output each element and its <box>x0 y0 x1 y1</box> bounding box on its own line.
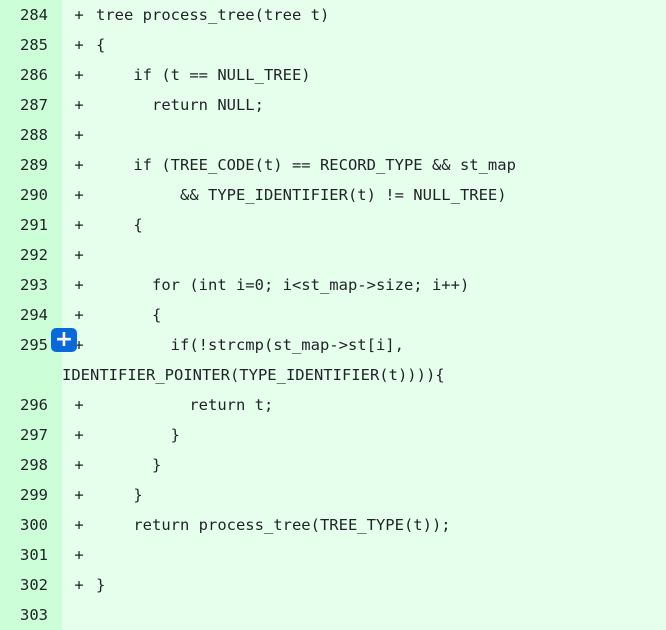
line-number[interactable]: 286 <box>0 60 62 90</box>
diff-marker: + <box>74 126 84 144</box>
code-line: return process_tree(TREE_TYPE(t)); <box>96 516 451 534</box>
code-line: } <box>96 576 106 594</box>
diff-line-288: 288 + <box>0 120 666 150</box>
diff-marker: + <box>74 456 84 474</box>
line-number[interactable]: 298 <box>0 450 62 480</box>
code-line: { <box>96 36 106 54</box>
line-number[interactable]: 291 <box>0 210 62 240</box>
diff-line-291: 291 + { <box>0 210 666 240</box>
diff-marker: + <box>74 156 84 174</box>
code-line: if (TREE_CODE(t) == RECORD_TYPE && st_ma… <box>96 156 516 174</box>
diff-line-295: 295 + if(!strcmp(st_map->st[i], IDENTIFIE… <box>0 330 666 390</box>
line-number[interactable]: 287 <box>0 90 62 120</box>
diff-marker: + <box>74 396 84 414</box>
diff-line-294: 294 + { <box>0 300 666 330</box>
diff-line-284: 284 + tree process_tree(tree t) <box>0 0 666 30</box>
code-line-part: if(!strcmp(st_map->st[i], <box>96 336 404 354</box>
diff-line-286: 286 + if (t == NULL_TREE) <box>0 60 666 90</box>
diff-marker: + <box>74 246 84 264</box>
code-line: for (int i=0; i<st_map->size; i++) <box>96 276 470 294</box>
diff-marker: + <box>74 96 84 114</box>
diff-line-285: 285 + { <box>0 30 666 60</box>
code-line: tree process_tree(tree t) <box>96 6 330 24</box>
diff-marker: + <box>74 66 84 84</box>
code-line-wrapped: IDENTIFIER_POINTER(TYPE_IDENTIFIER(t))))… <box>62 366 445 384</box>
line-number[interactable]: 297 <box>0 420 62 450</box>
line-number[interactable]: 285 <box>0 30 62 60</box>
diff-marker: + <box>74 36 84 54</box>
diff-marker: + <box>74 186 84 204</box>
diff-marker: + <box>74 306 84 324</box>
line-number[interactable]: 290 <box>0 180 62 210</box>
code-line: { <box>96 306 162 324</box>
diff-line-289: 289 + if (TREE_CODE(t) == RECORD_TYPE &&… <box>0 150 666 180</box>
diff-marker: + <box>74 486 84 504</box>
diff-line-298: 298 + } <box>0 450 666 480</box>
code-line: } <box>96 456 162 474</box>
line-number[interactable]: 301 <box>0 540 62 570</box>
diff-line-297: 297 + } <box>0 420 666 450</box>
line-number[interactable]: 299 <box>0 480 62 510</box>
line-number[interactable]: 300 <box>0 510 62 540</box>
diff-line-302: 302 + } <box>0 570 666 600</box>
line-number[interactable]: 302 <box>0 570 62 600</box>
diff-marker: + <box>74 576 84 594</box>
code-line: if(!strcmp(st_map->st[i], IDENTIFIER_POIN… <box>62 330 666 390</box>
diff-marker: + <box>74 276 84 294</box>
line-number[interactable]: 288 <box>0 120 62 150</box>
diff-line-290: 290 + && TYPE_IDENTIFIER(t) != NULL_TREE… <box>0 180 666 210</box>
diff-line-296: 296 + return t; <box>0 390 666 420</box>
add-comment-button[interactable]: + <box>51 328 77 352</box>
line-number[interactable]: 296 <box>0 390 62 420</box>
code-line: } <box>96 486 143 504</box>
line-number[interactable]: 284 <box>0 0 62 30</box>
diff-line-292: 292 + <box>0 240 666 270</box>
diff-line-293: 293 + for (int i=0; i<st_map->size; i++) <box>0 270 666 300</box>
diff-line-303: 303 <box>0 600 666 630</box>
diff-line-300: 300 + return process_tree(TREE_TYPE(t)); <box>0 510 666 540</box>
diff-marker: + <box>74 216 84 234</box>
line-number[interactable]: 303 <box>0 600 62 630</box>
code-line: if (t == NULL_TREE) <box>96 66 311 84</box>
diff-marker: + <box>74 6 84 24</box>
line-number[interactable]: 294 <box>0 300 62 330</box>
line-number[interactable]: 293 <box>0 270 62 300</box>
line-number[interactable]: 292 <box>0 240 62 270</box>
code-line: } <box>96 426 180 444</box>
diff-line-299: 299 + } <box>0 480 666 510</box>
line-number[interactable]: 289 <box>0 150 62 180</box>
code-line: { <box>96 216 143 234</box>
diff-marker: + <box>74 426 84 444</box>
diff-line-287: 287 + return NULL; <box>0 90 666 120</box>
code-line: return NULL; <box>96 96 264 114</box>
diff-view: + 284 + tree process_tree(tree t) 285 + … <box>0 0 666 630</box>
diff-marker: + <box>74 516 84 534</box>
diff-line-301: 301 + <box>0 540 666 570</box>
diff-marker: + <box>74 546 84 564</box>
code-line: return t; <box>96 396 274 414</box>
code-line: && TYPE_IDENTIFIER(t) != NULL_TREE) <box>96 186 507 204</box>
